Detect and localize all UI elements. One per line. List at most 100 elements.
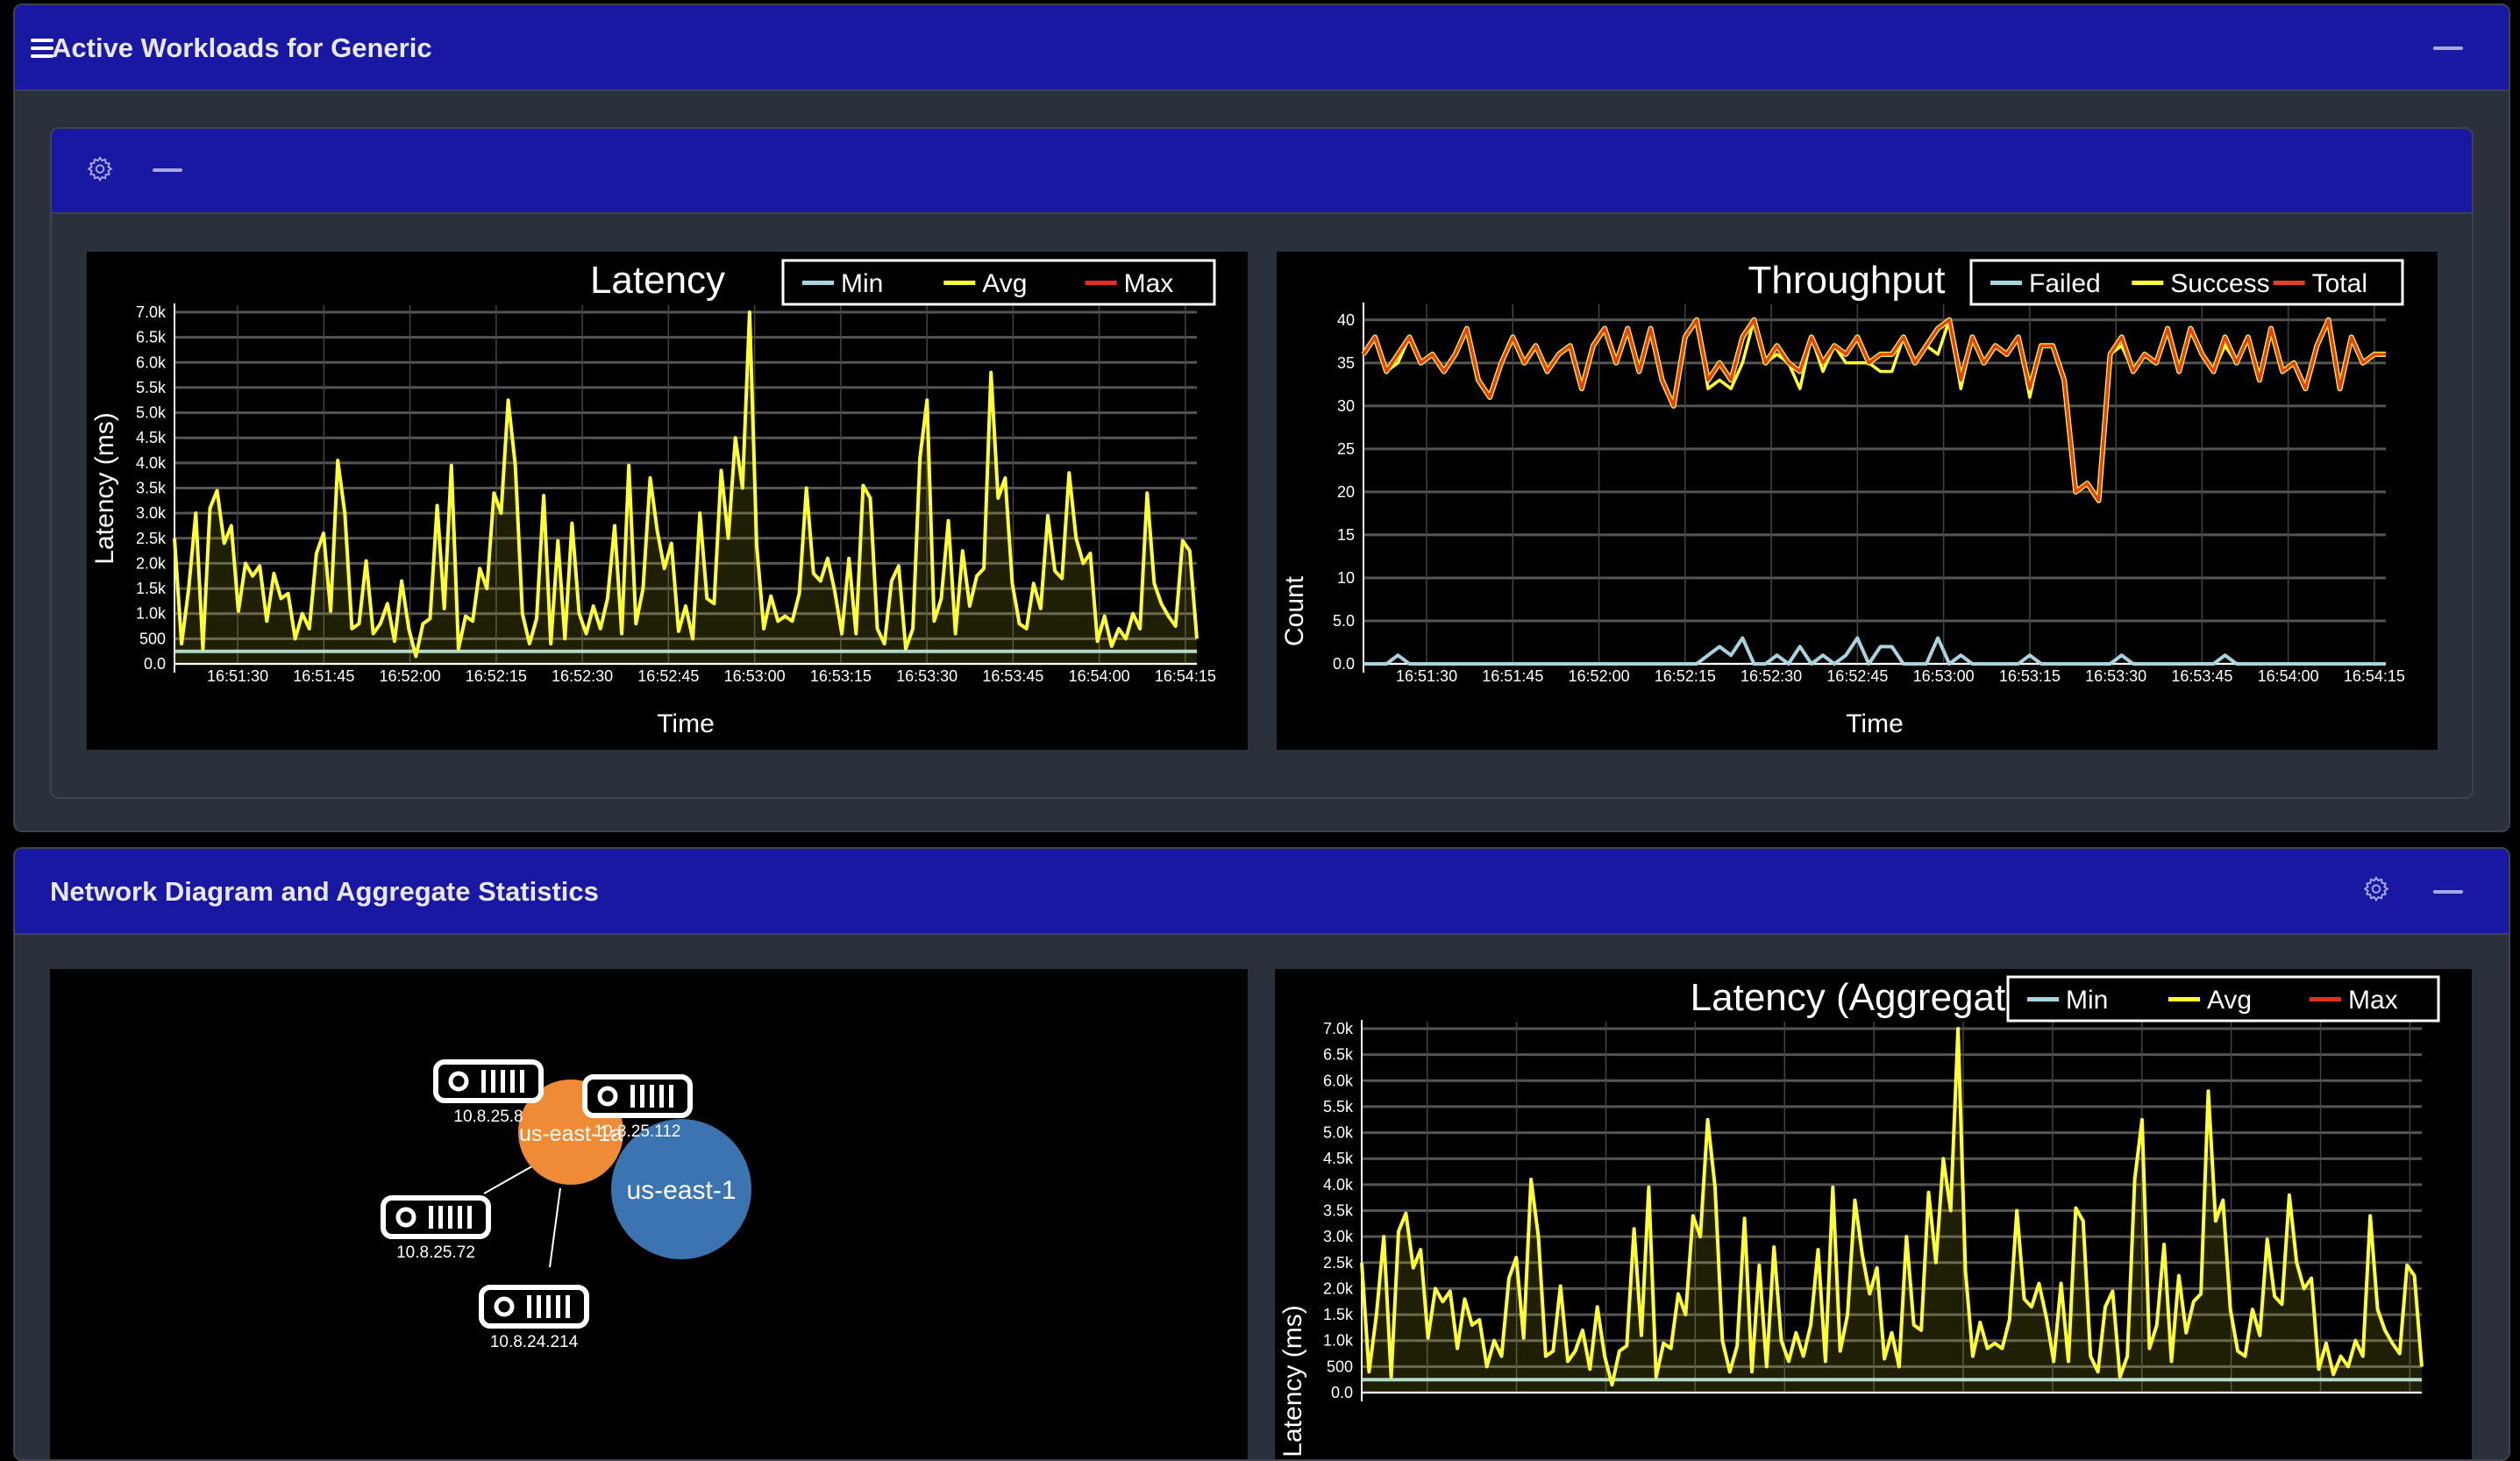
server-bay-icon (640, 1085, 644, 1108)
server-node[interactable]: 10.8.25.72 (381, 1195, 491, 1262)
x-tick-label: 16:54:15 (2344, 667, 2405, 685)
y-tick-label: 5.0k (1323, 1124, 1354, 1142)
y-tick-label: 1.0k (136, 605, 167, 623)
legend-swatch-avg (2168, 997, 2200, 1001)
menu-icon[interactable] (31, 39, 53, 58)
edge (483, 1163, 537, 1194)
server-bay-icon (546, 1295, 551, 1318)
legend: Min Avg Max (781, 259, 1216, 306)
y-tick-label: 2.5k (1323, 1254, 1354, 1272)
y-tick-label: 500 (139, 630, 166, 647)
server-bay-icon (669, 1085, 673, 1108)
panel-title: Network Diagram and Aggregate Statistics (50, 876, 599, 907)
y-tick-label: 3.0k (136, 504, 167, 522)
y-tick-label: 4.5k (1323, 1150, 1354, 1167)
server-bay-icon (501, 1070, 505, 1093)
server-bay-icon (481, 1070, 486, 1093)
legend-swatch-failed (1990, 281, 2022, 285)
x-tick-label: 16:54:00 (1069, 667, 1130, 685)
y-tick-label: 15 (1337, 526, 1355, 544)
server-node[interactable]: 10.8.25.112 (582, 1074, 693, 1141)
server-bay-icon (438, 1206, 443, 1229)
network-diagram: us-east-1 us-east-1a 10.8.25.8 10.8.25.11… (50, 969, 1248, 1459)
y-tick-label: 3.0k (1323, 1228, 1354, 1245)
x-tick-label: 16:51:30 (207, 667, 268, 685)
legend-label-avg: Avg (982, 269, 1027, 298)
y-tick-label: 35 (1337, 354, 1355, 372)
y-tick-label: 25 (1337, 440, 1355, 458)
x-tick-label: 16:54:15 (1155, 667, 1216, 685)
chart-title: Latency (Aggregate) (1691, 976, 2040, 1019)
y-tick-label: 5.5k (1323, 1098, 1354, 1115)
server-bay-icon (537, 1295, 541, 1318)
x-tick-label: 16:53:00 (1913, 667, 1975, 685)
server-bay-icon (630, 1085, 635, 1108)
y-tick-label: 3.5k (1323, 1202, 1354, 1220)
x-tick-label: 16:53:45 (2171, 667, 2232, 685)
gear-icon[interactable] (2361, 875, 2391, 905)
y-tick-label: 1.0k (1323, 1332, 1354, 1350)
server-bay-icon (520, 1070, 524, 1093)
network-panel: Network Diagram and Aggregate Statistics… (13, 847, 2510, 1461)
y-tick-label: 4.5k (136, 429, 167, 446)
latency-chart: Latency Time Latency (ms) 0.0 500 1.0k 1.5k… (87, 252, 1248, 750)
y-tick-label: 0.0 (1333, 655, 1355, 673)
legend-label-success: Success (2170, 269, 2269, 298)
legend-label-min: Min (841, 269, 883, 298)
series-line-total (1362, 318, 2386, 502)
legend-label-max: Max (2348, 986, 2398, 1015)
edge (549, 1187, 561, 1268)
x-tick-label: 16:53:30 (2085, 667, 2146, 685)
y-tick-label: 1.5k (1323, 1306, 1354, 1323)
x-tick-label: 16:52:00 (1569, 667, 1630, 685)
node-label: us-east-1 (626, 1176, 736, 1205)
x-tick-label: 16:53:30 (896, 667, 957, 685)
x-tick-label: 16:53:00 (724, 667, 786, 685)
x-axis-label: Time (1846, 709, 1904, 738)
minimize-icon[interactable] (2433, 46, 2463, 50)
legend-label-failed: Failed (2029, 269, 2101, 298)
active-workloads-panel: Active Workloads for Generic Latency Tim… (13, 4, 2510, 832)
y-tick-label: 7.0k (136, 303, 167, 321)
y-tick-label: 6.5k (1323, 1046, 1354, 1064)
minimize-icon[interactable] (153, 168, 182, 172)
legend-swatch-min (802, 281, 834, 285)
server-bay-icon (458, 1206, 462, 1229)
y-tick-label: 5.5k (136, 379, 167, 396)
server-node[interactable]: 10.8.24.214 (479, 1285, 589, 1351)
y-axis-label: Latency (ms) (90, 412, 119, 564)
y-tick-label: 500 (1327, 1358, 1353, 1375)
x-tick-label: 16:52:45 (1826, 667, 1888, 685)
y-tick-label: 40 (1337, 311, 1355, 329)
y-tick-label: 2.0k (136, 554, 167, 572)
x-tick-label: 16:51:30 (1396, 667, 1457, 685)
server-bay-icon (556, 1295, 560, 1318)
y-tick-label: 6.5k (136, 329, 167, 346)
x-tick-label: 16:52:30 (1741, 667, 1802, 685)
server-bay-icon (566, 1295, 570, 1318)
server-bay-icon (650, 1085, 654, 1108)
gear-icon[interactable] (85, 155, 115, 185)
x-tick-label: 16:51:45 (1482, 667, 1543, 685)
x-tick-label: 16:52:30 (552, 667, 613, 685)
legend-label-min: Min (2066, 986, 2108, 1015)
server-bay-icon (510, 1070, 515, 1093)
y-tick-label: 3.5k (136, 480, 167, 497)
y-tick-label: 7.0k (1323, 1020, 1354, 1037)
y-tick-label: 2.0k (1323, 1279, 1354, 1297)
legend-label-max: Max (1124, 269, 1174, 298)
minimize-icon[interactable] (2433, 890, 2463, 894)
chart-title: Latency (590, 259, 725, 302)
server-label: 10.8.25.8 (453, 1108, 523, 1126)
legend-swatch-max (1085, 281, 1117, 285)
latency-aggregate-chart-svg: Latency (Aggregate) Latency (ms) 0.0 500 1… (1278, 975, 2440, 1457)
y-tick-label: 0.0 (144, 655, 166, 673)
x-tick-label: 16:52:15 (1655, 667, 1716, 685)
y-tick-label: 5.0 (1333, 612, 1355, 630)
panel-title: Active Workloads for Generic (52, 32, 432, 63)
legend: Failed Success Total (1969, 259, 2404, 306)
legend-swatch-avg (943, 281, 976, 285)
panel-header: Active Workloads for Generic (15, 5, 2509, 91)
card-header (52, 129, 2472, 214)
legend-swatch-total (2273, 281, 2305, 285)
